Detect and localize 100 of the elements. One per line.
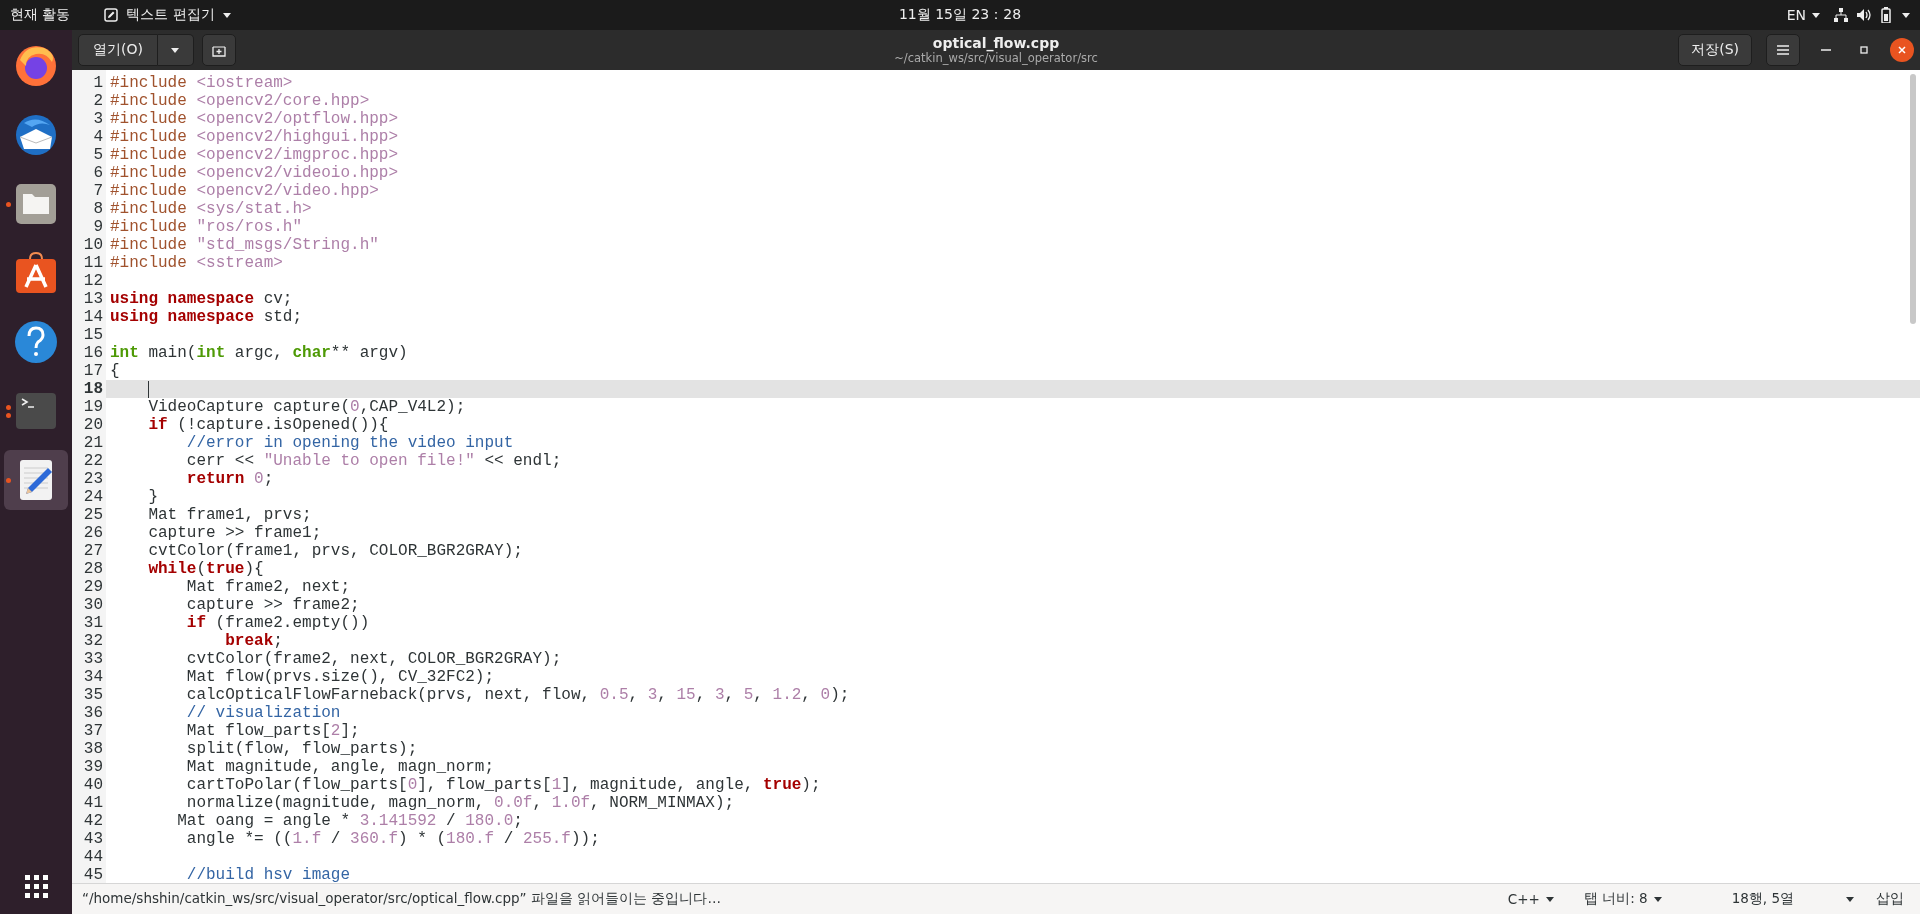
line-number: 1 [92,74,104,92]
caret-icon [171,47,180,53]
line-number: 3 [92,110,104,128]
code-line: #include <sstream> [109,254,283,272]
code-line: VideoCapture capture(0,CAP_V4L2); [147,398,466,416]
line-number: 6 [92,164,104,182]
code-line: Mat magnitude, angle, magn_norm; [185,758,495,776]
line-number: 16 [82,344,104,362]
menu-button[interactable] [1766,34,1800,66]
pencil-icon [104,8,119,22]
close-button[interactable] [1890,38,1914,62]
caret-icon [1653,896,1662,902]
code-line: Mat frame2, next; [185,578,351,596]
code-line: using namespace std; [109,308,303,326]
scrollbar[interactable] [1910,74,1916,324]
line-number: 17 [82,362,104,380]
line-number: 30 [82,596,104,614]
caret-icon [1812,12,1820,18]
code-line: capture >> frame2; [185,596,360,614]
tab-width-dropdown[interactable]: 탭 너비: 8 [1583,890,1662,908]
caret-icon [1846,896,1854,902]
line-number: 31 [82,614,104,632]
line-number: 10 [82,236,104,254]
code-line: #include <opencv2/video.hpp> [109,182,379,200]
line-number: 33 [82,650,104,668]
line-number: 25 [82,506,104,524]
line-number: 41 [82,794,104,812]
code-line: angle *= ((1.f / 360.f) * (180.f / 255.f)); [185,830,600,848]
line-number: 9 [92,218,104,236]
code-line: } [147,488,158,506]
code-line: #include <opencv2/videoio.hpp> [109,164,399,182]
line-number: 13 [82,290,104,308]
line-number: 8 [92,200,104,218]
open-button[interactable]: 열기(O) [78,34,158,66]
line-number: 22 [82,452,104,470]
position-dropdown[interactable] [1846,896,1854,902]
line-number: 12 [82,272,104,290]
line-number: 24 [82,488,104,506]
line-number: 44 [82,848,104,866]
line-number: 29 [82,578,104,596]
code-line: capture >> frame1; [147,524,322,542]
volume-icon [1856,8,1872,22]
line-number: 2 [92,92,104,110]
code-line: Mat frame1, prvs; [147,506,312,524]
line-number: 23 [82,470,104,488]
text-cursor [148,380,150,398]
network-icon [1834,8,1848,22]
caret-icon [1902,12,1910,18]
code-line: // visualization [185,704,341,722]
cursor-position: 18행, 5열 [1731,890,1794,908]
activities-button[interactable]: 현재 활동 [10,6,71,24]
code-line: #include <opencv2/optflow.hpp> [109,110,399,128]
line-number: 20 [82,416,104,434]
line-number: 39 [82,758,104,776]
line-number: 21 [82,434,104,452]
line-number: 4 [92,128,104,146]
code-line: cerr << "Unable to open file!" << endl; [185,452,562,470]
line-number: 37 [82,722,104,740]
insert-mode[interactable]: 삽입 [1876,890,1904,908]
app-grid-icon[interactable] [24,875,48,898]
code-line: return 0; [185,470,274,488]
line-number: 45 [82,866,104,884]
code-line: Mat oang = angle * 3.141592 / 180.0; [176,812,523,830]
line-number: 7 [92,182,104,200]
line-number: 38 [82,740,104,758]
code-line: cvtColor(frame1, prvs, COLOR_BGR2GRAY); [147,542,523,560]
app-menu[interactable]: 텍스트 편집기 [104,6,231,24]
code-line: #include "std_msgs/String.h" [109,236,379,254]
line-number: 42 [82,812,104,830]
clock[interactable]: 11월 15일 23：28 [898,6,1022,24]
code-line: //error in opening the video input [185,434,514,452]
language-dropdown[interactable]: C++ [1507,891,1554,907]
new-tab-button[interactable] [201,34,236,66]
line-number: 40 [82,776,104,794]
tab-plus-icon [211,43,226,57]
line-number: 32 [82,632,104,650]
caret-icon [222,12,231,18]
line-number: 5 [92,146,104,164]
code-line: Mat flow(prvs.size(), CV_32FC2); [185,668,495,686]
line-number: 15 [82,326,104,344]
line-number: 43 [82,830,104,848]
code-line: #include <iostream> [109,74,293,92]
line-number: 26 [82,524,104,542]
system-menu[interactable] [1834,7,1910,23]
code-line: split(flow, flow_parts); [185,740,418,758]
line-number: 34 [82,668,104,686]
input-source-menu[interactable]: EN [1786,7,1820,23]
code-line: int main(int argc, char** argv) [109,344,408,362]
dock-item[interactable] [4,450,68,510]
battery-icon [1880,7,1894,23]
code-line: #include <opencv2/core.hpp> [109,92,370,110]
code-line: cvtColor(frame2, next, COLOR_BGR2GRAY); [185,650,562,668]
code-line: calcOpticalFlowFarneback(prvs, next, flow, 0.5, 3, 15, 3, 5, 1.2, 0); [185,686,850,704]
code-line: Mat flow_parts[2]; [185,722,360,740]
code-line: #include "ros/ros.h" [109,218,303,236]
window-title: optical_flow.cpp [932,35,1060,51]
status-message: “/home/shshin/catkin_ws/src/visual_operator/src/optical_flow.cpp” 파일을 읽어들이는 중입니다… [82,890,722,908]
save-button[interactable]: 저장(S) [1678,34,1752,66]
line-number: 27 [82,542,104,560]
caret-icon [1545,896,1554,902]
